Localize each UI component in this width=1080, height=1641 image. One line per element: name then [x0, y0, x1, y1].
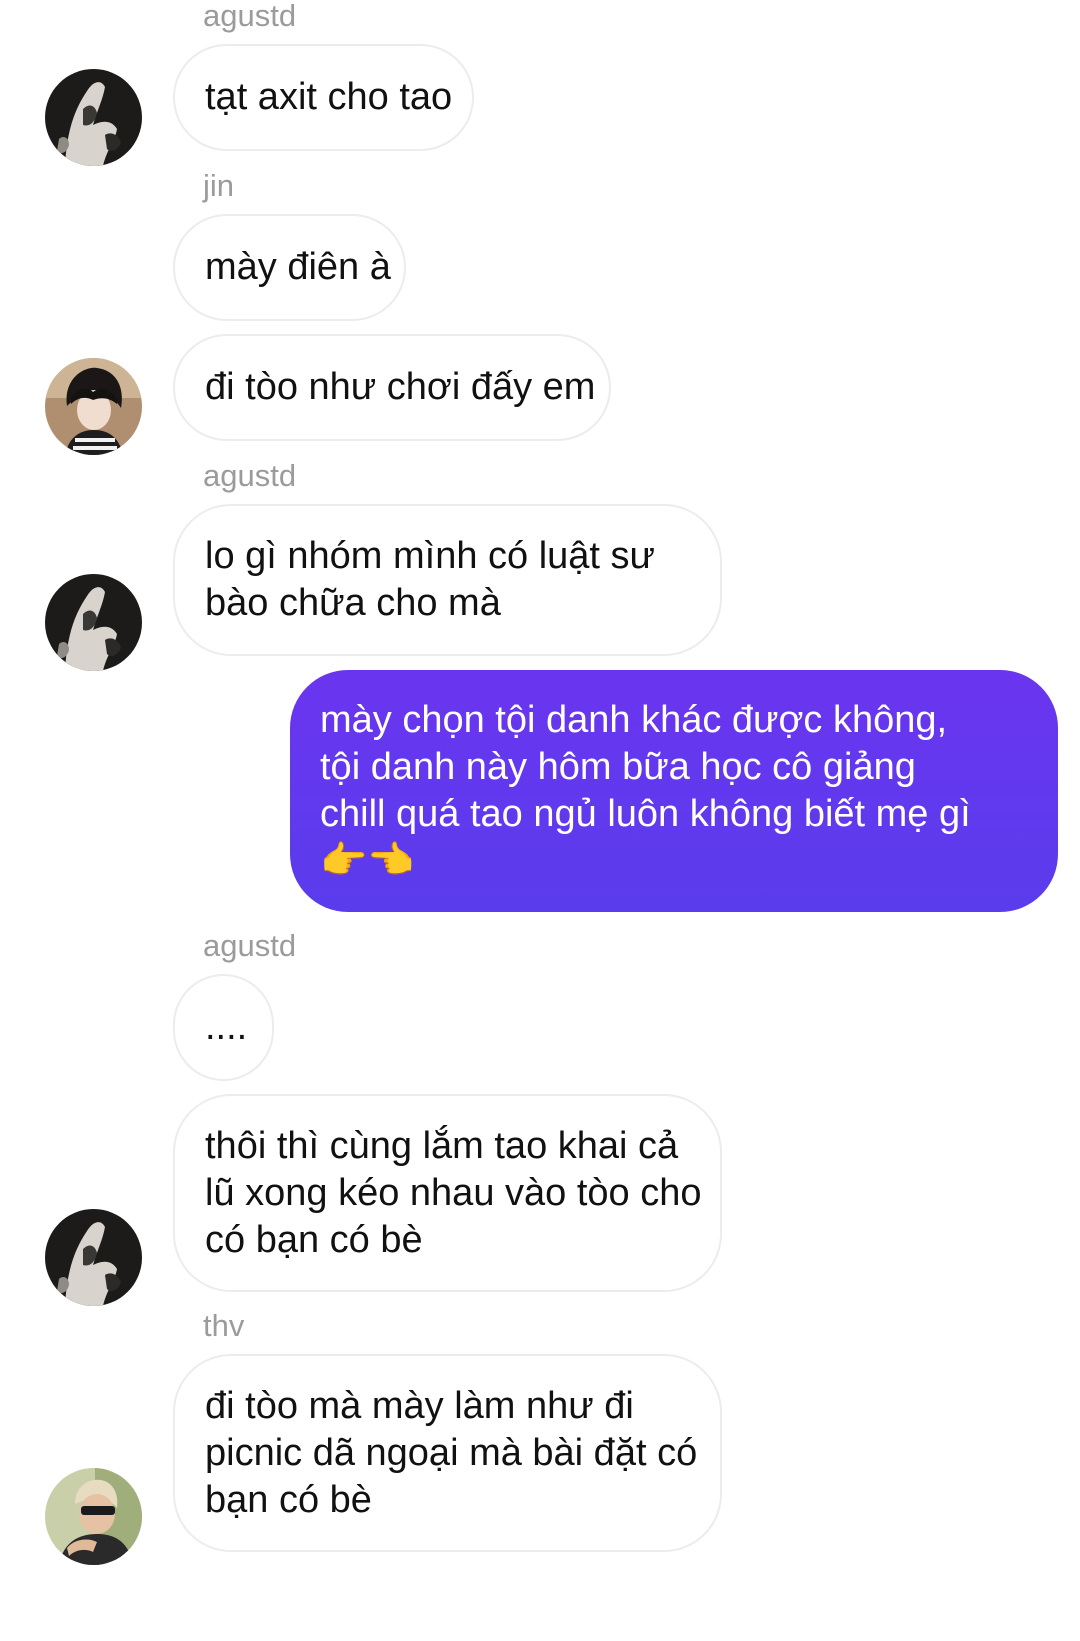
sender-name: agustd: [203, 928, 297, 963]
sender-name: agustd: [203, 0, 297, 33]
message-text: picnic dã ngoại mà bài đặt có: [205, 1431, 698, 1474]
message-bubble[interactable]: đi tòo mà mày làm như đi picnic dã ngoại…: [173, 1354, 722, 1552]
message-text: có bạn có bè: [205, 1218, 423, 1261]
sender-name: thv: [203, 1308, 245, 1343]
message-text: ....: [205, 1006, 248, 1048]
own-message-bubble[interactable]: mày chọn tội danh khác được không, tội d…: [290, 670, 1058, 912]
message-bubble[interactable]: lo gì nhóm mình có luật sư bào chữa cho …: [173, 504, 722, 656]
message-text: lo gì nhóm mình có luật sư: [205, 535, 655, 577]
message-text: chill quá tao ngủ luôn không biết mẹ gì: [320, 793, 971, 835]
chat-thread: agustd tạt axit cho tao jin mày điên à đ…: [0, 0, 1080, 1641]
message-text: bào chữa cho mà: [205, 582, 501, 624]
message-bubble[interactable]: mày điên à: [173, 214, 406, 321]
avatar-thv[interactable]: [45, 1468, 142, 1565]
message-bubble[interactable]: thôi thì cùng lắm tao khai cả lũ xong ké…: [173, 1094, 722, 1292]
message-text: thôi thì cùng lắm tao khai cả: [205, 1124, 679, 1167]
message-text: tội danh này hôm bữa học cô giảng: [320, 746, 916, 788]
message-text: đi tòo như chơi đấy em: [205, 366, 596, 408]
message-bubble[interactable]: đi tòo như chơi đấy em: [173, 334, 611, 441]
avatar-jin[interactable]: [45, 358, 142, 455]
avatar-agustd[interactable]: [45, 69, 142, 166]
message-text: tạt axit cho tao: [205, 76, 453, 118]
message-text: đi tòo mà mày làm như đi: [205, 1384, 634, 1427]
avatar-agustd[interactable]: [45, 1209, 142, 1306]
sender-name: jin: [203, 168, 235, 203]
message-text: bạn có bè: [205, 1478, 372, 1521]
emoji-pointing-fingers-icon: 👉👈: [320, 840, 415, 882]
sender-name: agustd: [203, 458, 297, 493]
message-text: lũ xong kéo nhau vào tòo cho: [205, 1171, 702, 1214]
avatar-agustd[interactable]: [45, 574, 142, 671]
message-bubble[interactable]: tạt axit cho tao: [173, 44, 474, 151]
message-bubble[interactable]: ....: [173, 974, 274, 1081]
message-text: mày chọn tội danh khác được không,: [320, 699, 948, 741]
message-text: mày điên à: [205, 246, 391, 288]
